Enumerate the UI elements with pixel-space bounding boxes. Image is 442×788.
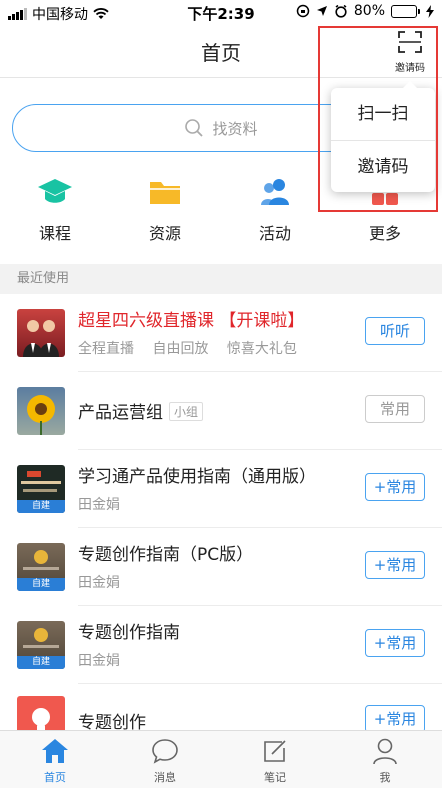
item-title: 专题创作指南 [78, 623, 180, 643]
book-cover-image [23, 628, 59, 648]
subtitle-tag: 全程直播 [78, 341, 134, 357]
category-more-label: 更多 [368, 224, 401, 243]
favorite-button[interactable]: 常用 [365, 395, 425, 423]
invite-code-label: 邀请码 [395, 63, 425, 74]
group-badge: 小组 [169, 402, 204, 421]
listen-button[interactable]: 听听 [365, 317, 425, 345]
invite-code-button[interactable]: 邀请码 [388, 30, 432, 74]
list-item[interactable]: 超星四六级直播课 【开课啦】 全程直播 自由回放 惊喜大礼包 听听 [0, 294, 442, 372]
page-title: 首页 [201, 41, 241, 65]
list-item[interactable]: 产品运营组 小组 常用 [0, 372, 442, 450]
guide-thumbnail: 自建 [17, 543, 65, 591]
book-cover-image [23, 550, 59, 570]
search-icon [185, 119, 204, 137]
subtitle-tag: 惊喜大礼包 [226, 341, 297, 357]
list-item[interactable]: 自建 学习通产品使用指南（通用版） 田金娟 +常用 [0, 450, 442, 528]
battery-percent: 80% [353, 3, 385, 19]
guide-thumbnail: 自建 [17, 621, 65, 669]
item-title: 学习通产品使用指南（通用版） [78, 467, 316, 487]
mortarboard-icon [38, 179, 72, 203]
list-item[interactable]: 自建 专题创作指南（PC版） 田金娟 +常用 [0, 528, 442, 606]
tab-bar: 首页 消息 笔记 我 [0, 730, 442, 788]
search-placeholder: 找资料 [212, 119, 258, 138]
add-favorite-button[interactable]: +常用 [365, 551, 425, 579]
category-activity[interactable]: 活动 [220, 174, 330, 244]
location-arrow-icon [316, 6, 327, 16]
guide-thumbnail: 自建 [17, 465, 65, 513]
scan-icon [398, 31, 422, 53]
add-favorite-button[interactable]: +常用 [365, 705, 425, 733]
item-author: 田金娟 [78, 653, 120, 669]
item-author: 田金娟 [78, 575, 120, 591]
subtitle-tag: 自由回放 [152, 341, 209, 357]
home-screen: 中国移动 下午2:39 80% 首页 邀请码 找资料 课程 资源 活动 更多 最… [0, 0, 442, 788]
group-thumbnail [17, 387, 65, 435]
add-favorite-button[interactable]: +常用 [365, 473, 425, 501]
category-resource-label: 资源 [148, 224, 181, 243]
item-author: 田金娟 [78, 497, 120, 513]
home-icon [42, 739, 68, 763]
folder-icon [150, 182, 180, 204]
tab-messages[interactable]: 消息 [110, 737, 220, 785]
scan-popup-menu: 扫一扫 邀请码 [331, 81, 435, 192]
item-title: 专题创作指南（PC版） [78, 545, 254, 565]
item-title: 产品运营组 [78, 403, 163, 423]
tab-notes-label: 笔记 [264, 771, 286, 784]
menu-item-invite-code[interactable]: 邀请码 [331, 140, 435, 192]
tab-home-label: 首页 [44, 771, 66, 784]
add-favorite-button[interactable]: +常用 [365, 629, 425, 657]
note-icon [264, 740, 286, 762]
self-built-tag: 自建 [17, 500, 65, 513]
item-subtitles: 全程直播 自由回放 惊喜大礼包 [78, 338, 311, 358]
self-built-tag: 自建 [17, 578, 65, 591]
sunflower-image [27, 395, 55, 435]
menu-item-scan[interactable]: 扫一扫 [331, 88, 435, 140]
charging-bolt-icon [426, 4, 434, 18]
chat-icon [152, 739, 178, 764]
category-resource[interactable]: 资源 [110, 174, 220, 244]
self-built-tag: 自建 [17, 656, 65, 669]
category-activity-label: 活动 [258, 224, 291, 243]
alarm-icon [335, 4, 347, 18]
status-bar: 中国移动 下午2:39 80% [0, 0, 442, 26]
book-cover-image [21, 471, 61, 492]
category-course[interactable]: 课程 [0, 174, 110, 244]
rotation-lock-icon [296, 4, 310, 18]
battery-icon [391, 4, 420, 18]
tab-messages-label: 消息 [154, 771, 176, 784]
person-icon [373, 738, 397, 765]
recent-section-header: 最近使用 [0, 264, 442, 294]
tab-me-label: 我 [379, 771, 391, 784]
tab-me[interactable]: 我 [330, 737, 440, 785]
live-course-thumbnail [17, 309, 65, 357]
item-title: 超星四六级直播课 【开课啦】 [78, 311, 305, 331]
category-course-label: 课程 [38, 224, 71, 243]
nav-bar: 首页 邀请码 [0, 26, 442, 78]
presenters-image [23, 320, 59, 357]
tab-notes[interactable]: 笔记 [220, 737, 330, 785]
people-icon [261, 179, 289, 205]
tab-home[interactable]: 首页 [0, 737, 110, 785]
list-item[interactable]: 自建 专题创作指南 田金娟 +常用 [0, 606, 442, 684]
